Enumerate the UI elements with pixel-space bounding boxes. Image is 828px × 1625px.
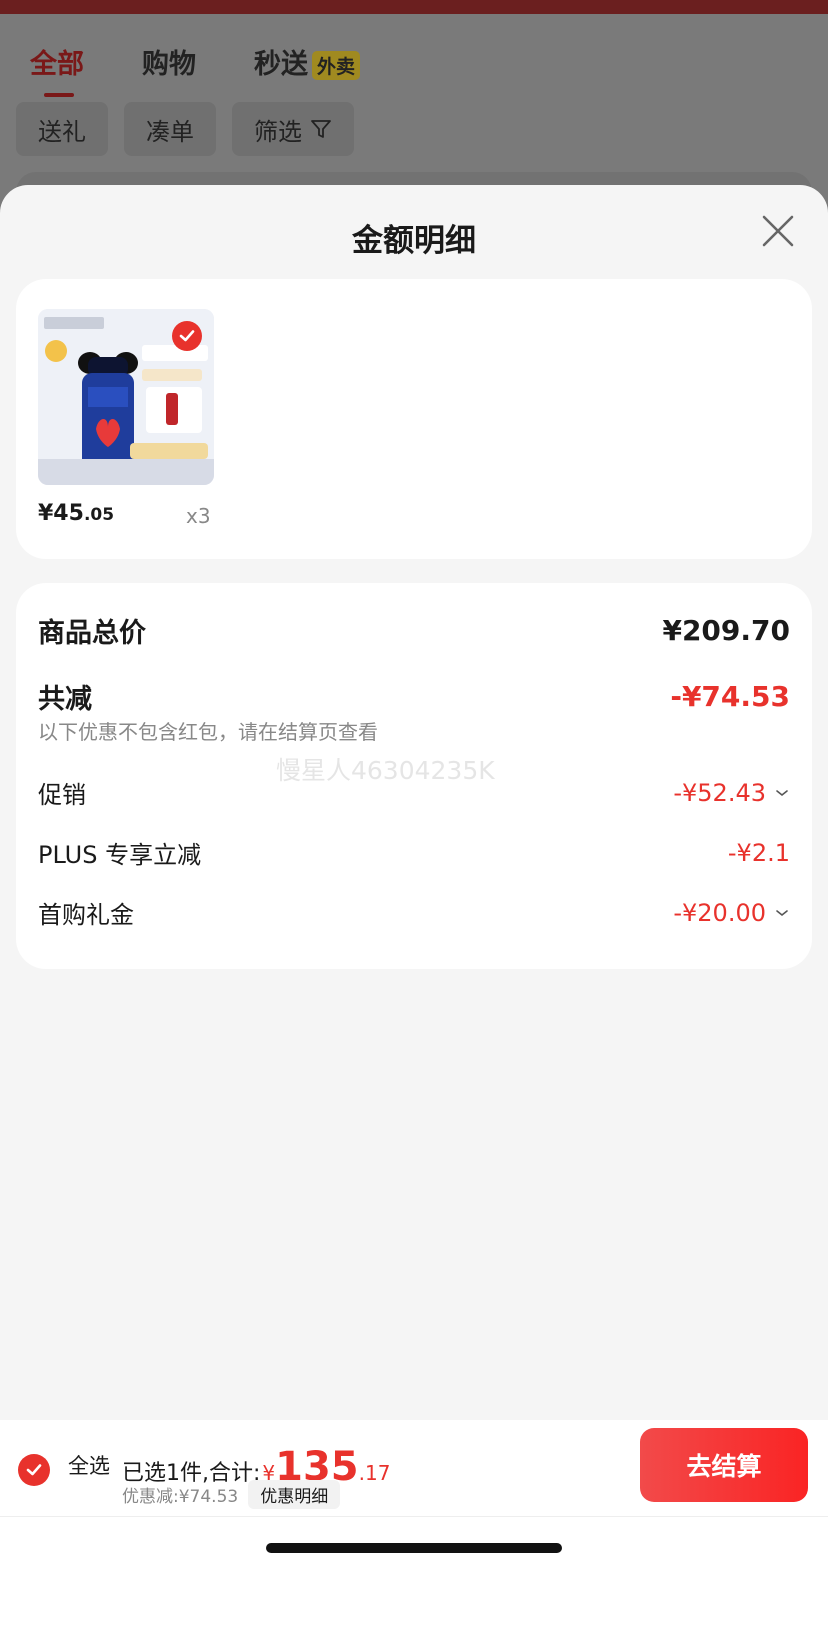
- plus-discount-value: -¥2.1: [728, 839, 790, 867]
- chevron-down-icon[interactable]: [774, 788, 790, 798]
- sheet-title: 金额明细: [352, 223, 476, 259]
- first-purchase-row[interactable]: 首购礼金 -¥20.00: [38, 895, 790, 930]
- reduction-note: 以下优惠不包含红包，请在结算页查看: [38, 720, 378, 744]
- total-decimal: .17: [358, 1461, 391, 1485]
- discount-detail-button[interactable]: 优惠明细: [248, 1480, 341, 1509]
- background-filter-chips: 送礼 凑单 筛选: [16, 102, 370, 156]
- status-strip: [0, 0, 828, 14]
- total-value: ¥209.70: [662, 614, 790, 647]
- select-all-label[interactable]: 全选: [68, 1450, 110, 1480]
- plus-discount-row: PLUS 专享立减 -¥2.1: [38, 835, 790, 870]
- promotion-row[interactable]: 促销 -¥52.43: [38, 775, 790, 810]
- total-row: 商品总价 ¥209.70: [38, 611, 790, 650]
- close-icon[interactable]: [758, 211, 798, 251]
- reduction-row: 共减 -¥74.53: [38, 677, 790, 716]
- promotion-amount: -¥52.43: [673, 778, 766, 807]
- checkout-button[interactable]: 去结算: [640, 1428, 808, 1502]
- background-page: 全部 购物 秒送 外卖 送礼 凑单 筛选: [0, 14, 828, 232]
- product-quantity: x3: [186, 504, 211, 528]
- amount-detail-sheet: 金额明细 ¥45.05 x3 商品总价 ¥209.70 共减 -¥74.53 以…: [0, 185, 828, 1625]
- chevron-down-icon[interactable]: [774, 908, 790, 918]
- divider: [0, 1516, 828, 1517]
- select-all-check-icon[interactable]: [18, 1454, 50, 1486]
- promotion-label: 促销: [38, 781, 86, 809]
- chip-filter[interactable]: 筛选: [232, 102, 354, 156]
- product-price-main: ¥45: [38, 501, 84, 526]
- first-purchase-amount: -¥20.00: [673, 898, 766, 927]
- reduction-value: -¥74.53: [670, 680, 790, 713]
- plus-discount-amount: -¥2.1: [727, 838, 790, 867]
- product-card: ¥45.05 x3: [16, 279, 812, 559]
- chip-bundle[interactable]: 凑单: [124, 102, 216, 156]
- takeout-badge: 外卖: [312, 51, 361, 80]
- filter-icon: [311, 120, 331, 138]
- product-thumbnail[interactable]: [38, 309, 214, 485]
- plus-discount-label: PLUS 专享立减: [38, 841, 202, 869]
- discount-text: 优惠减:¥74.53: [122, 1487, 239, 1507]
- tab-instant-delivery[interactable]: 秒送 外卖: [254, 42, 361, 81]
- first-purchase-label: 首购礼金: [38, 901, 134, 929]
- first-purchase-value: -¥20.00: [673, 899, 790, 927]
- checkout-bar: 全选 已选1件,合计: ¥ 135 .17 优惠减:¥74.53 优惠明细 去结…: [0, 1420, 828, 1625]
- selected-check-icon[interactable]: [172, 321, 202, 351]
- background-tabs: 全部 购物 秒送 外卖: [30, 42, 418, 97]
- total-label: 商品总价: [38, 618, 146, 649]
- product-price: ¥45.05: [38, 501, 114, 526]
- chip-filter-label: 筛选: [254, 117, 302, 146]
- discount-line: 优惠减:¥74.53 优惠明细: [122, 1480, 341, 1509]
- promotion-value: -¥52.43: [673, 779, 790, 807]
- tab-shopping[interactable]: 购物: [142, 42, 196, 81]
- tab-instant-delivery-label: 秒送: [254, 49, 308, 80]
- price-summary-card: 商品总价 ¥209.70 共减 -¥74.53 以下优惠不包含红包，请在结算页查…: [16, 583, 812, 969]
- chip-gift[interactable]: 送礼: [16, 102, 108, 156]
- home-indicator[interactable]: [266, 1543, 562, 1553]
- tab-all[interactable]: 全部: [30, 42, 84, 97]
- reduction-label: 共减: [38, 684, 92, 715]
- product-price-cents: .05: [83, 505, 115, 525]
